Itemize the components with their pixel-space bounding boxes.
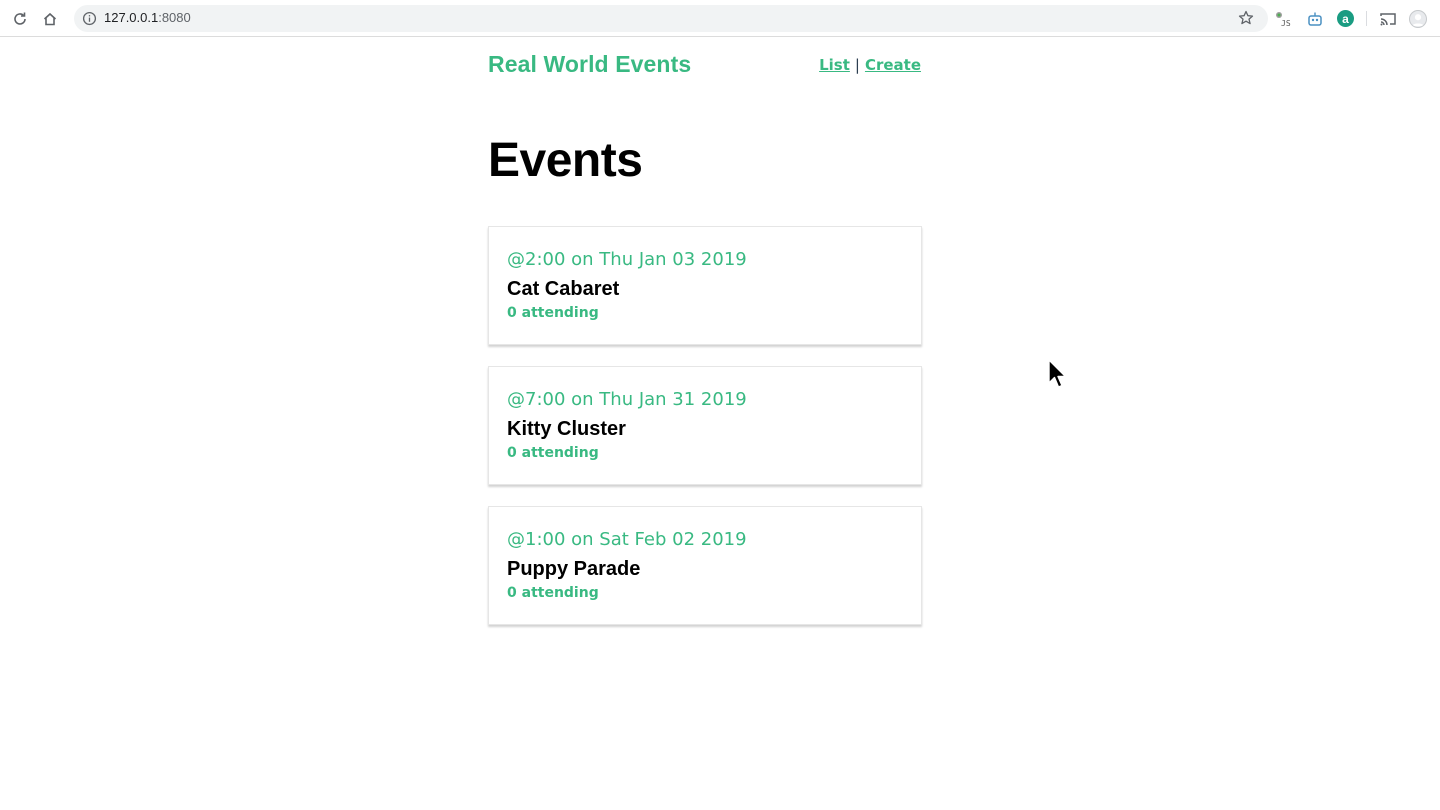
mouse-cursor-icon (1048, 359, 1067, 388)
js-extension-icon[interactable]: JS (1273, 9, 1293, 29)
home-icon[interactable] (39, 8, 61, 30)
navbar: Real World Events List | Create (488, 37, 922, 97)
page-title: Events (488, 134, 643, 187)
brand-title[interactable]: Real World Events (488, 51, 691, 78)
info-icon[interactable] (82, 11, 97, 26)
robot-extension-icon[interactable] (1305, 9, 1325, 29)
cast-icon[interactable] (1378, 9, 1398, 29)
event-title: Kitty Cluster (507, 418, 626, 440)
a-extension-icon[interactable]: a (1337, 10, 1354, 27)
a-extension-label: a (1342, 11, 1349, 26)
event-attending-count: 0 attending (507, 585, 599, 601)
address-bar[interactable]: 127.0.0.1:8080 (74, 5, 1268, 32)
event-date-time: @2:00 on Thu Jan 03 2019 (507, 249, 747, 270)
event-attending-count: 0 attending (507, 305, 599, 321)
url-port: :8080 (158, 10, 191, 25)
nav-links: List | Create (819, 56, 921, 74)
event-attending-count: 0 attending (507, 445, 599, 461)
event-card[interactable]: @2:00 on Thu Jan 03 2019 Cat Cabaret 0 a… (488, 226, 922, 345)
nav-separator: | (854, 56, 860, 74)
event-card[interactable]: @7:00 on Thu Jan 31 2019 Kitty Cluster 0… (488, 366, 922, 485)
app-root: Real World Events List | Create Events @2:… (488, 37, 922, 625)
profile-avatar-icon[interactable] (1409, 10, 1427, 28)
js-extension-label: JS (1281, 19, 1291, 28)
event-title: Cat Cabaret (507, 278, 620, 300)
reload-icon[interactable] (9, 8, 31, 30)
event-card[interactable]: @1:00 on Sat Feb 02 2019 Puppy Parade 0 … (488, 506, 922, 625)
browser-toolbar: 127.0.0.1:8080 JS a (0, 0, 1440, 37)
star-icon[interactable] (1238, 10, 1254, 26)
nav-link-list[interactable]: List (819, 56, 850, 74)
event-date-time: @1:00 on Sat Feb 02 2019 (507, 529, 747, 550)
nav-link-create[interactable]: Create (865, 56, 921, 74)
event-list: @2:00 on Thu Jan 03 2019 Cat Cabaret 0 a… (488, 226, 922, 646)
toolbar-divider (1366, 11, 1367, 26)
url-text: 127.0.0.1:8080 (104, 10, 191, 25)
event-title: Puppy Parade (507, 558, 641, 580)
event-date-time: @7:00 on Thu Jan 31 2019 (507, 389, 747, 410)
url-host: 127.0.0.1 (104, 10, 159, 25)
